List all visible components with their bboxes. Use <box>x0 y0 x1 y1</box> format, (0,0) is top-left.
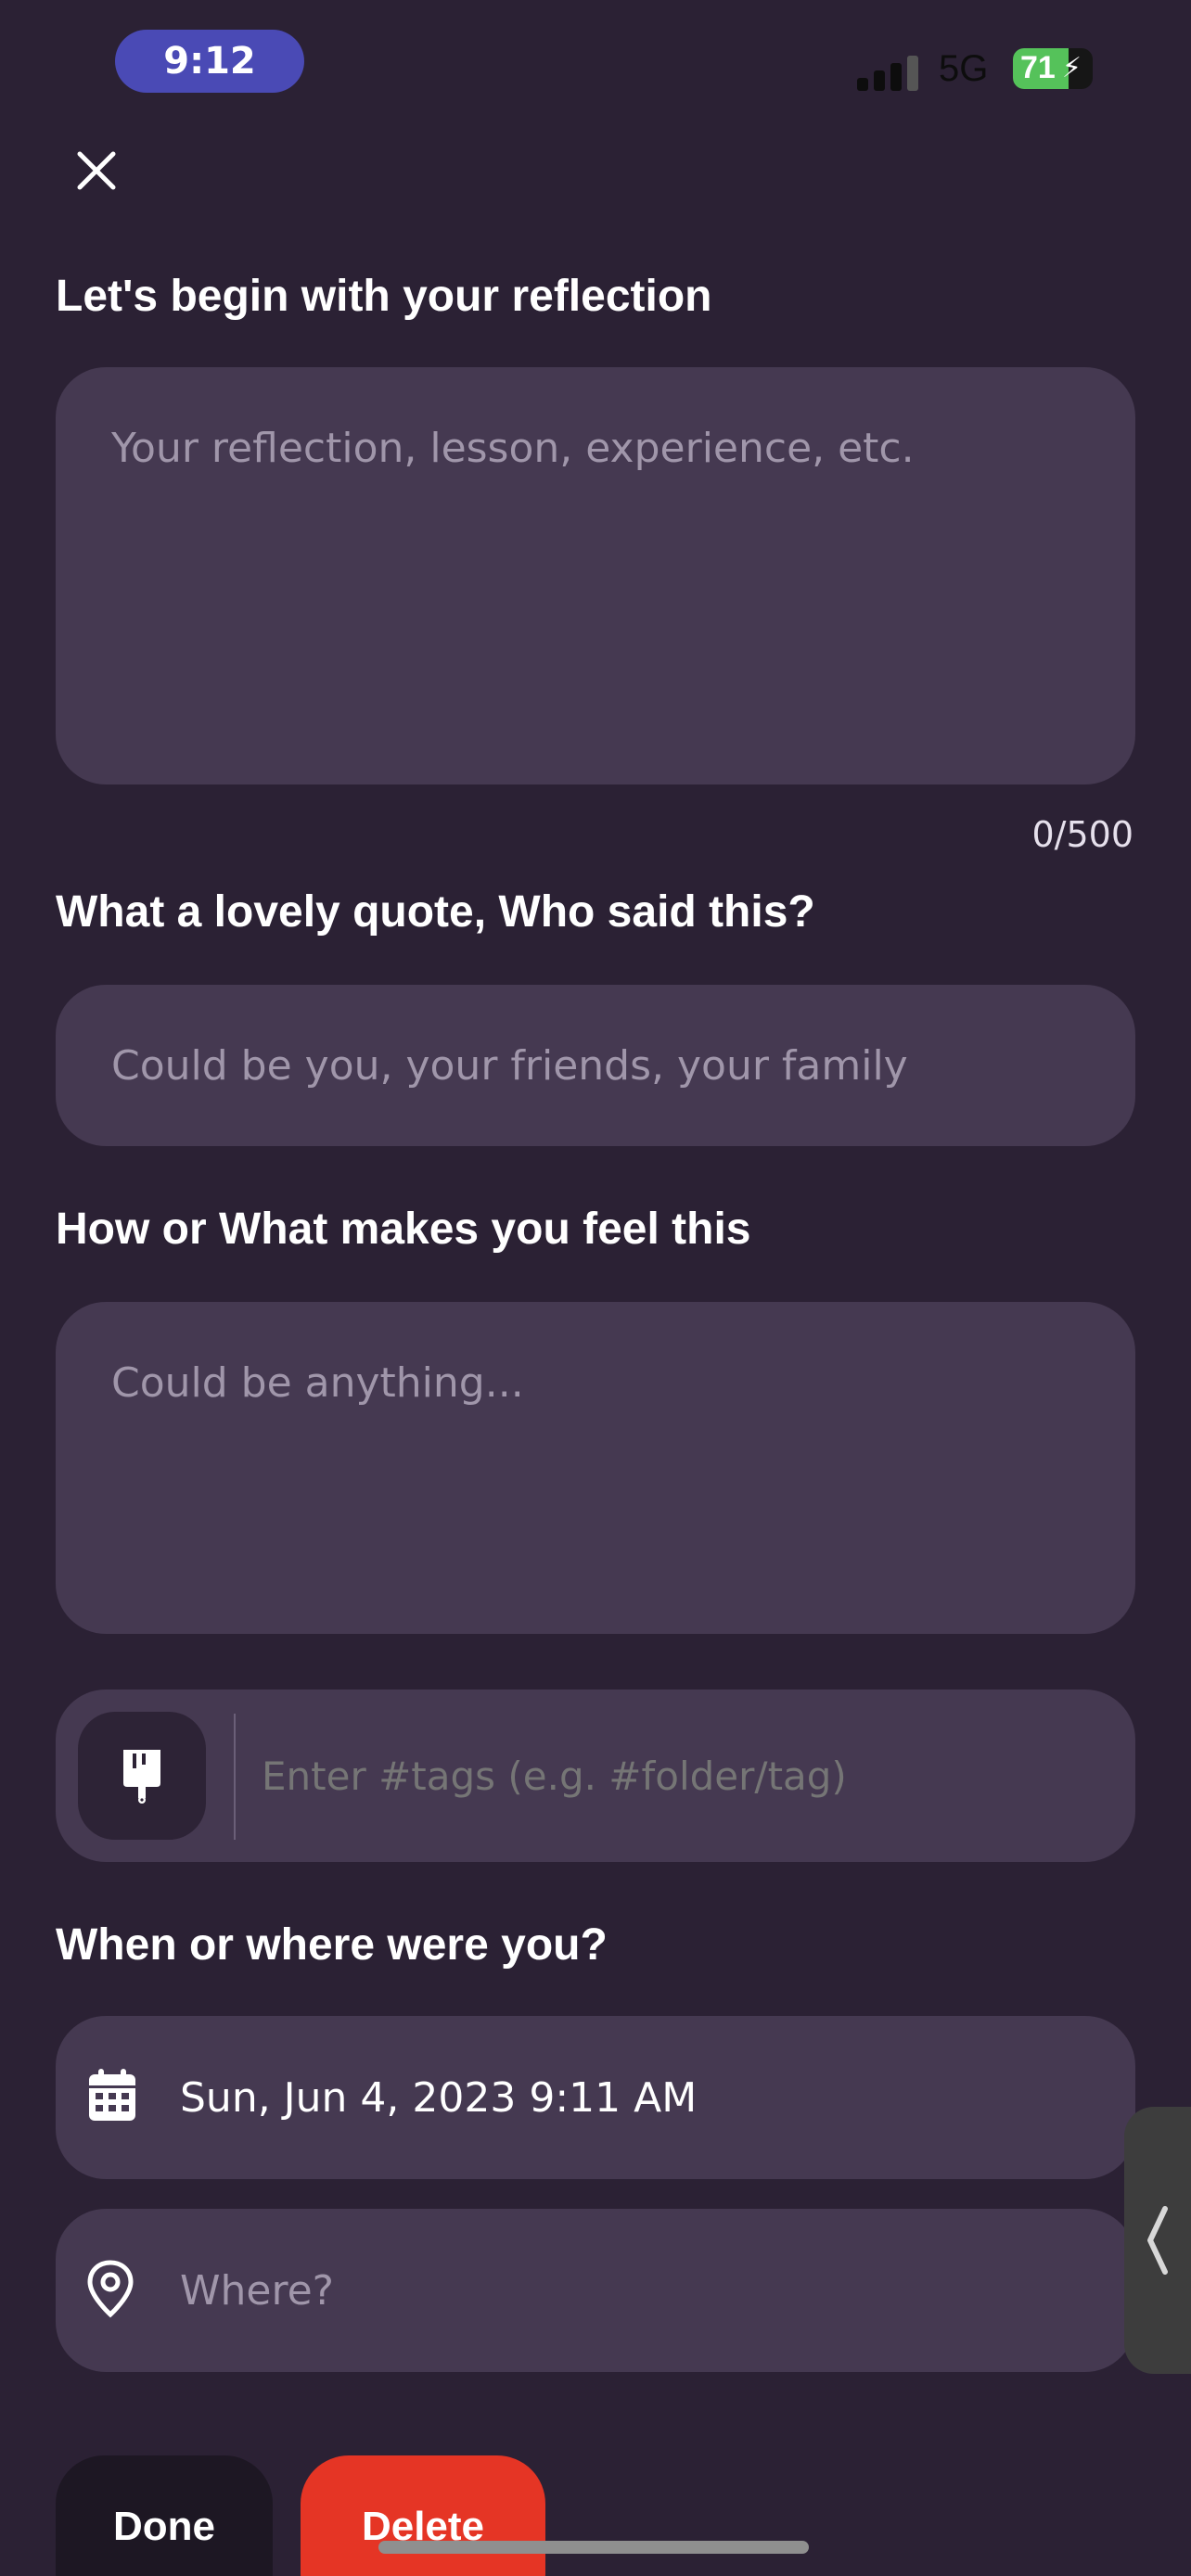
battery-level: 71 <box>1020 50 1056 85</box>
location-pin-icon <box>85 2259 135 2322</box>
tag-divider <box>234 1714 236 1840</box>
network-type: 5G <box>939 48 989 89</box>
feeling-label: How or What makes you feel this <box>56 1205 751 1254</box>
tags-input[interactable] <box>262 1753 1115 1799</box>
reflection-label: Let's begin with your reflection <box>56 272 712 321</box>
signal-icon <box>857 56 920 91</box>
tag-brush-icon[interactable] <box>78 1712 206 1840</box>
quote-author-label: What a lovely quote, Who said this? <box>56 887 815 937</box>
reflection-input[interactable] <box>111 425 1080 721</box>
tags-input-wrap[interactable] <box>262 1690 1115 1862</box>
quote-author-input[interactable] <box>111 1041 1080 1090</box>
battery-icon: 71 ⚡ <box>1013 48 1093 89</box>
status-time: 9:12 <box>115 30 304 93</box>
reflection-char-counter: 0/500 <box>1031 814 1133 855</box>
side-panel-handle[interactable] <box>1124 2107 1191 2374</box>
location-input[interactable] <box>180 2266 1135 2315</box>
date-field[interactable]: Sun, Jun 4, 2023 9:11 AM <box>56 2016 1135 2179</box>
feeling-field[interactable] <box>56 1302 1135 1634</box>
home-indicator <box>378 2541 809 2554</box>
feeling-input[interactable] <box>111 1359 1080 1573</box>
quote-author-field[interactable] <box>56 985 1135 1146</box>
done-button[interactable]: Done <box>56 2455 273 2576</box>
calendar-icon <box>85 2067 139 2128</box>
when-where-label: When or where were you? <box>56 1920 608 1970</box>
reflection-field[interactable] <box>56 367 1135 784</box>
location-field[interactable] <box>56 2209 1135 2372</box>
delete-button[interactable]: Delete <box>301 2455 545 2576</box>
date-value: Sun, Jun 4, 2023 9:11 AM <box>180 2073 698 2122</box>
chevron-left-icon <box>1147 2206 1168 2275</box>
close-icon[interactable] <box>70 145 122 197</box>
